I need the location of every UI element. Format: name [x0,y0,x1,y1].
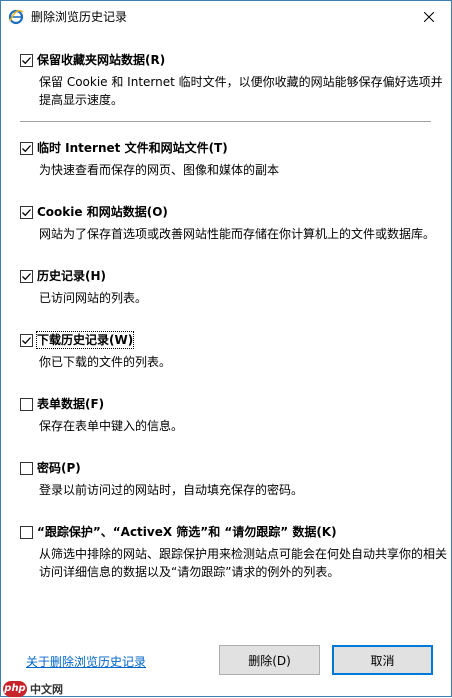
temp-internet-files-description: 为快速查看而保存的网页、图像和媒体的副本 [39,163,280,177]
window-title: 删除浏览历史记录 [31,10,128,24]
internet-explorer-icon [8,9,24,25]
preserve-favorites-description: 保留 Cookie 和 Internet 临时文件，以便你收藏的网站能够保存偏好… [39,75,443,107]
checkmark-icon [22,56,31,64]
preserve-favorites-label[interactable]: 保留收藏夹网站数据(R) [37,52,165,68]
cookies-checkbox[interactable] [20,205,33,219]
tracking-protection-label[interactable]: “跟踪保护”、“ActiveX 筛选”和 “请勿跟踪” 数据(K) [37,524,337,540]
watermark: php 中文网 [1,679,63,698]
download-history-checkbox[interactable] [20,333,33,347]
option-form-data: 表单数据(F) 保存在表单中键入的信息。 [20,396,451,435]
cancel-button[interactable]: 取消 [332,645,433,675]
checkmark-icon [22,144,31,152]
history-checkbox[interactable] [20,269,33,283]
checkmark-icon [22,336,31,344]
option-history: 历史记录(H) 已访问网站的列表。 [20,268,451,307]
preserve-favorites-checkbox[interactable] [20,53,33,67]
option-preserve-favorites: 保留收藏夹网站数据(R) 保留 Cookie 和 Internet 临时文件，以… [20,52,451,109]
history-description: 已访问网站的列表。 [39,291,148,305]
close-button[interactable] [406,1,451,32]
checkmark-icon [22,208,31,216]
cookies-label[interactable]: Cookie 和网站数据(O) [37,204,168,220]
temp-internet-files-label[interactable]: 临时 Internet 文件和网站文件(T) [37,140,228,156]
form-data-checkbox[interactable] [20,397,33,411]
download-history-label[interactable]: 下载历史记录(W) [35,331,135,349]
cookies-description: 网站为了保存首选项或改善网站性能而存储在你计算机上的文件或数据库。 [39,227,436,241]
passwords-checkbox[interactable] [20,461,33,475]
php-logo: php [3,680,27,697]
option-cookies: Cookie 和网站数据(O) 网站为了保存首选项或改善网站性能而存储在你计算机… [20,204,451,243]
tracking-protection-checkbox[interactable] [20,525,33,539]
option-temp-internet-files: 临时 Internet 文件和网站文件(T) 为快速查看而保存的网页、图像和媒体… [20,140,451,179]
delete-button[interactable]: 删除(D) [219,645,320,675]
option-tracking-protection: “跟踪保护”、“ActiveX 筛选”和 “请勿跟踪” 数据(K) 从筛选中排除… [20,524,451,581]
option-download-history: 下载历史记录(W) 你已下载的文件的列表。 [20,331,451,371]
delete-history-dialog: 删除浏览历史记录 保留收藏夹网站数据(R) 保留 Cookie 和 Intern… [0,0,452,697]
form-data-description: 保存在表单中键入的信息。 [39,419,184,433]
option-passwords: 密码(P) 登录以前访问过的网站时，自动填充保存的密码。 [20,460,451,499]
download-history-description: 你已下载的文件的列表。 [39,355,172,369]
divider [20,121,431,122]
about-delete-history-link[interactable]: 关于删除浏览历史记录 [26,654,146,670]
passwords-description: 登录以前访问过的网站时，自动填充保存的密码。 [39,483,304,497]
close-icon [423,11,434,22]
title-bar: 删除浏览历史记录 [1,1,451,32]
checkmark-icon [22,272,31,280]
temp-internet-files-checkbox[interactable] [20,141,33,155]
passwords-label[interactable]: 密码(P) [37,460,81,476]
history-label[interactable]: 历史记录(H) [37,268,106,284]
form-data-label[interactable]: 表单数据(F) [37,396,104,412]
watermark-text: 中文网 [30,682,63,696]
tracking-protection-description: 从筛选中排除的网站、跟踪保护用来检测站点可能会在何处自动共享你的相关访问详细信息… [39,547,448,579]
